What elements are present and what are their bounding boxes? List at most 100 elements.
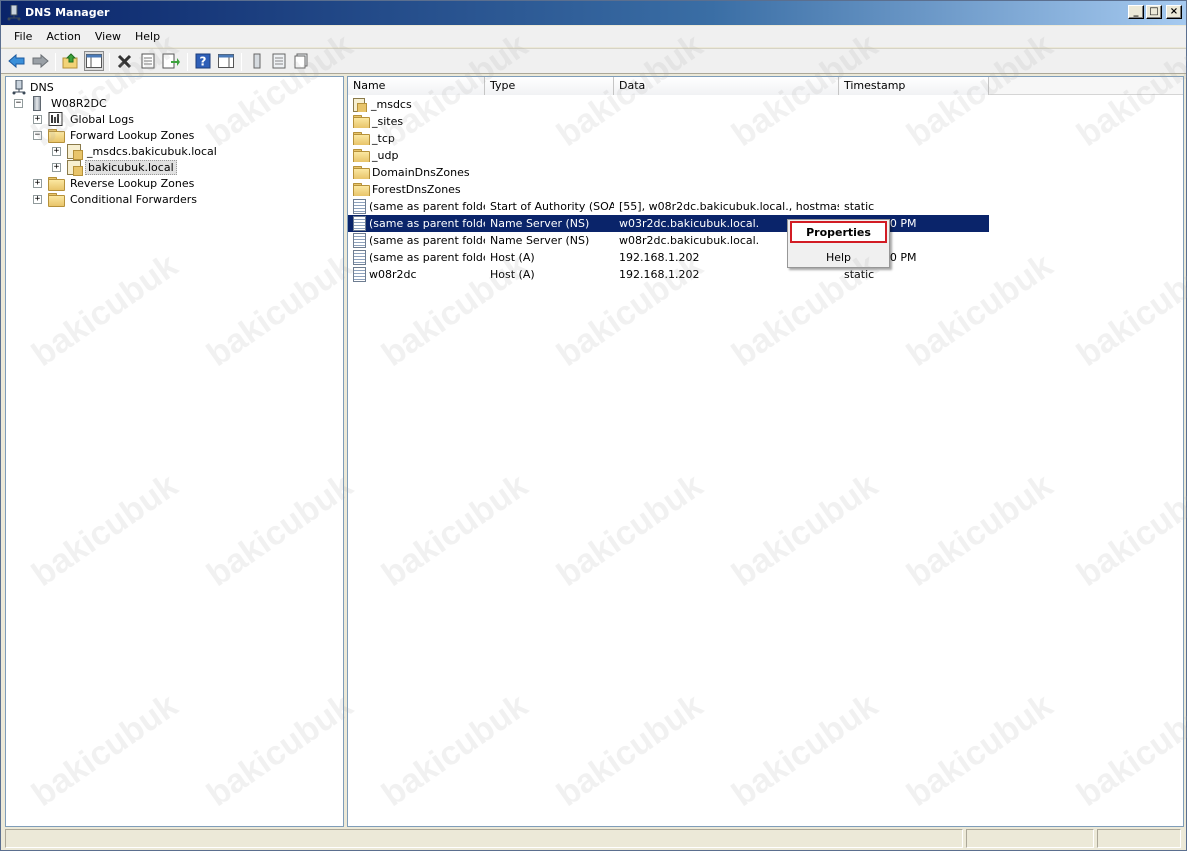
status-cell-3 [1097, 829, 1181, 848]
folder-icon [48, 128, 65, 143]
cell-name-text: _tcp [372, 132, 395, 145]
show-hide-action-pane-icon [218, 54, 234, 68]
list-row[interactable]: (same as parent folder) Start of Authorit… [348, 198, 989, 215]
close-button[interactable]: × [1166, 5, 1182, 19]
new-alias-button[interactable] [269, 51, 289, 71]
forward-icon [32, 53, 49, 69]
cell-type: Host (A) [490, 251, 535, 264]
menu-view[interactable]: View [88, 28, 128, 45]
delete-button[interactable] [115, 51, 135, 71]
cell-name: ForestDnsZones [348, 183, 485, 196]
back-button[interactable] [7, 51, 27, 71]
column-header-name[interactable]: Name [348, 77, 485, 95]
forward-button[interactable] [30, 51, 50, 71]
minimize-button[interactable]: _ [1128, 5, 1144, 19]
new-host-icon [253, 53, 261, 69]
context-menu-properties[interactable]: Properties [790, 221, 887, 243]
tree-item-bakicubuk-local[interactable]: + bakicubuk.local [52, 159, 177, 176]
cell-type: Host (A) [490, 268, 535, 281]
up-one-level-button[interactable] [61, 51, 81, 71]
delete-icon [117, 54, 132, 69]
event-log-icon [48, 112, 63, 126]
expand-toggle[interactable]: + [52, 162, 61, 172]
svg-text:?: ? [200, 55, 207, 69]
show-hide-action-pane-button[interactable] [216, 51, 236, 71]
title-bar[interactable]: DNS Manager _ □ × [1, 1, 1186, 25]
new-mail-exchanger-icon [294, 53, 308, 69]
tree-item-reverse-lookup-zones[interactable]: + Reverse Lookup Zones [33, 175, 196, 191]
tree-item-forward-lookup-zones[interactable]: − Forward Lookup Zones [33, 127, 196, 143]
list-row[interactable]: (same as parent folder)Name Server (NS)w… [348, 232, 989, 249]
tree-label-forward-lookup-zones: Forward Lookup Zones [70, 128, 195, 142]
tree-item-global-logs[interactable]: + Global Logs [33, 111, 136, 127]
cell-name: w08r2dc [348, 267, 485, 282]
context-menu-help[interactable]: Help [790, 246, 887, 268]
folder-icon [353, 183, 370, 196]
folder-icon [353, 132, 370, 145]
list-row[interactable]: _udp [348, 147, 989, 164]
cell-timestamp: static [844, 200, 875, 213]
cell-name: _tcp [348, 132, 485, 145]
help-button[interactable]: ? [193, 51, 213, 71]
menu-bar: File Action View Help [1, 26, 1186, 47]
window-title: DNS Manager [25, 6, 110, 19]
expand-toggle[interactable]: + [33, 114, 42, 124]
properties-button[interactable] [138, 51, 158, 71]
tree-label-reverse-lookup-zones: Reverse Lookup Zones [70, 176, 195, 190]
column-header-type[interactable]: Type [485, 77, 614, 95]
menu-help[interactable]: Help [128, 28, 167, 45]
list-row[interactable]: DomainDnsZones [348, 164, 989, 181]
collapse-toggle[interactable]: − [33, 130, 42, 140]
cell-name: (same as parent folder) [348, 250, 485, 265]
cell-data: 192.168.1.202 [619, 268, 700, 281]
cell-name: _msdcs [348, 97, 485, 112]
tree-label-dns: DNS [30, 80, 54, 94]
export-list-button[interactable] [161, 51, 181, 71]
folder-icon [353, 166, 370, 179]
new-mail-exchanger-button[interactable] [291, 51, 311, 71]
cell-name-text: w08r2dc [369, 268, 417, 281]
new-host-button[interactable] [247, 51, 267, 71]
menu-action[interactable]: Action [39, 28, 87, 45]
list-row[interactable]: ForestDnsZones [348, 181, 989, 198]
tree-item-conditional-forwarders[interactable]: + Conditional Forwarders [33, 191, 199, 207]
cell-name: _sites [348, 115, 485, 128]
zone-icon [353, 97, 367, 112]
list-row[interactable]: (same as parent folder)Host (A)192.168.1… [348, 249, 989, 266]
show-hide-console-tree-button[interactable] [84, 51, 104, 71]
list-row[interactable]: _msdcs [348, 96, 989, 113]
column-header-data[interactable]: Data [614, 77, 839, 95]
menu-file[interactable]: File [7, 28, 39, 45]
cell-name-text: _udp [372, 149, 399, 162]
tree-item-msdcs-zone[interactable]: + _msdcs.bakicubuk.local [52, 143, 219, 160]
column-header-timestamp[interactable]: Timestamp [839, 77, 989, 95]
help-icon: ? [195, 53, 211, 69]
record-icon [353, 216, 366, 231]
folder-icon [353, 149, 370, 162]
context-menu: Properties Help [787, 219, 890, 268]
cell-name-text: DomainDnsZones [372, 166, 470, 179]
record-icon [353, 233, 366, 248]
folder-icon [48, 176, 65, 191]
list-header: Name Type Data Timestamp [348, 77, 1183, 95]
maximize-button[interactable]: □ [1146, 5, 1162, 19]
dns-app-icon [7, 5, 21, 21]
expand-toggle[interactable]: + [52, 146, 61, 156]
up-folder-icon [62, 53, 78, 69]
results-list[interactable]: Name Type Data Timestamp _msdcs _sites _tc… [347, 76, 1184, 827]
list-row[interactable]: _tcp [348, 130, 989, 147]
cell-type: Start of Authority (SOA) [490, 200, 614, 213]
cell-name-text: (same as parent folder) [369, 251, 485, 264]
list-row[interactable]: (same as parent folder)Name Server (NS)w… [348, 215, 989, 232]
collapse-toggle[interactable]: − [14, 98, 23, 108]
console-tree[interactable]: DNS − W08R2DC + Global Logs − Forward Lo… [5, 76, 344, 827]
expand-toggle[interactable]: + [33, 194, 42, 204]
cell-data: [55], w08r2dc.bakicubuk.local., hostmast… [619, 200, 839, 213]
tree-item-dns[interactable]: DNS [12, 79, 56, 95]
cell-name: (same as parent folder) [348, 199, 485, 214]
list-row[interactable]: w08r2dc Host (A) 192.168.1.202 static [348, 266, 989, 283]
status-cell-main [5, 829, 963, 848]
expand-toggle[interactable]: + [33, 178, 42, 188]
tree-item-server[interactable]: − W08R2DC [14, 95, 109, 111]
list-row[interactable]: _sites [348, 113, 989, 130]
